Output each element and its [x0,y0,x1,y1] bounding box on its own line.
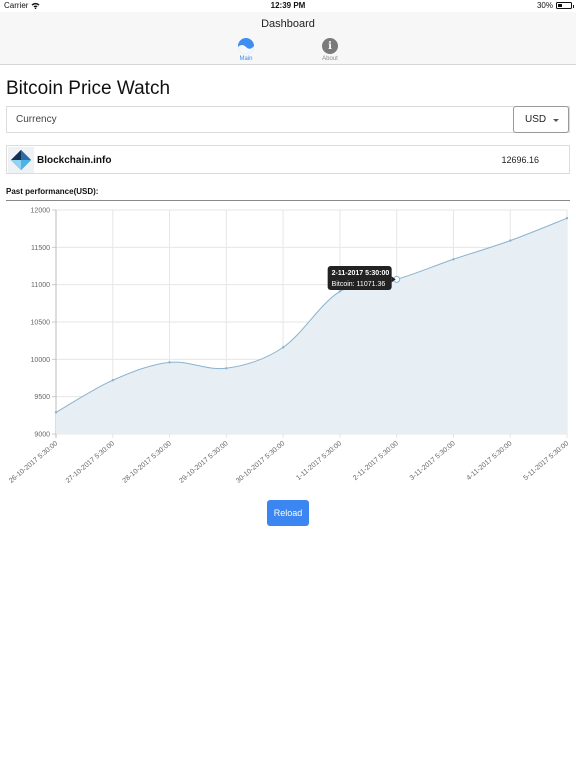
y-tick-label: 11500 [31,245,50,252]
battery-percent: 30% [536,1,553,10]
data-point [225,367,228,370]
tab-main[interactable]: Main [216,38,276,62]
data-point [565,217,569,220]
price-chart: 12000 11500 11000 10500 10000 9500 900026-10-2… [8,208,570,485]
currency-label: Currency [16,114,57,125]
tab-about-label: About [322,56,338,62]
y-tick-label: 10000 [31,357,51,364]
data-point [509,239,512,242]
x-tick-label: 5-11-2017 5:30:00 [522,440,570,482]
tooltip-body: Bitcoin: 11071.36 [332,281,386,288]
data-point [338,290,342,293]
series-area [56,218,567,434]
data-point [168,361,171,364]
reload-button[interactable]: Reload [267,500,309,526]
currency-row: Currency USD [6,106,570,133]
page-title: Bitcoin Price Watch [6,78,171,99]
nav-title: Dashboard [261,18,315,30]
x-tick-label: 28-10-2017 5:30:00 [122,440,173,485]
source-price: 12696.16 [501,155,539,165]
x-tick-label: 27-10-2017 5:30:00 [65,440,116,485]
y-tick-label: 10500 [31,320,51,327]
status-time: 12:39 PM [270,1,306,10]
performance-title: Past performance(USD): [6,187,99,196]
tab-main-label: Main [239,56,253,62]
data-point [281,346,285,349]
blockchain-logo-icon [8,147,34,173]
chevron-down-icon [553,119,559,122]
status-bar: Carrier 12:39 PM 30% [0,0,576,12]
data-point [452,258,455,261]
battery-icon [556,2,574,9]
source-row: Blockchain.info 12696.16 [6,145,570,174]
y-tick-label: 11000 [31,282,50,289]
data-point [111,379,114,382]
currency-select[interactable]: USD [513,106,569,133]
x-tick-label: 2-11-2017 5:30:00 [352,440,400,482]
x-tick-label: 29-10-2017 5:30:00 [178,440,229,485]
source-name: Blockchain.info [37,155,112,166]
y-tick-label: 9500 [34,394,50,401]
currency-selected-value: USD [525,114,547,125]
nav-header: Dashboard Main i About [0,12,576,65]
y-tick-label: 12000 [31,208,51,215]
x-tick-label: 3-11-2017 5:30:00 [409,440,457,482]
battery-fill [558,4,562,7]
wave-icon [238,38,254,54]
info-icon: i [322,38,338,54]
y-tick-label: 9000 [34,432,50,439]
x-tick-label: 26-10-2017 5:30:00 [8,440,59,485]
x-tick-label: 30-10-2017 5:30:00 [235,440,286,485]
data-point [54,411,58,414]
tooltip-title: 2-11-2017 5:30:00 [332,270,390,277]
x-tick-label: 4-11-2017 5:30:00 [466,440,514,482]
tab-about[interactable]: i About [300,38,360,62]
x-tick-label: 1-11-2017 5:30:00 [295,440,343,482]
